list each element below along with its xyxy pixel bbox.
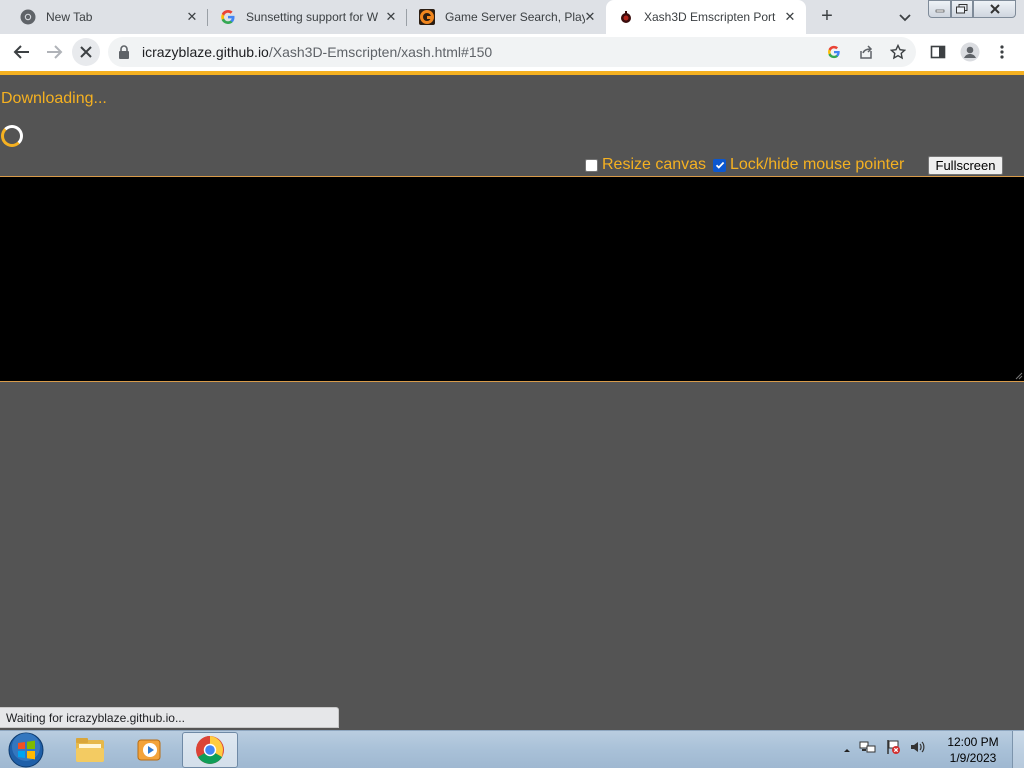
game-canvas[interactable] <box>0 176 1024 382</box>
lock-pointer-control[interactable]: Lock/hide mouse pointer <box>713 155 904 175</box>
profile-button[interactable] <box>956 38 984 66</box>
side-panel-icon <box>930 45 946 59</box>
url-text: icrazyblaze.github.io/Xash3D-Emscripten/… <box>142 44 492 60</box>
windows-start-icon <box>8 732 44 768</box>
back-arrow-icon <box>13 45 29 59</box>
resize-canvas-control[interactable]: Resize canvas <box>585 155 706 175</box>
media-player-icon <box>137 739 161 761</box>
folder-icon <box>76 738 104 762</box>
forward-button[interactable] <box>40 38 68 66</box>
avatar-icon <box>960 42 980 62</box>
chrome-icon <box>20 9 36 25</box>
show-hidden-icons-icon[interactable] <box>843 741 851 759</box>
chrome-icon <box>196 736 224 764</box>
window-controls <box>928 0 1016 18</box>
back-button[interactable] <box>8 38 36 66</box>
stop-loading-button[interactable] <box>72 38 100 66</box>
gametracker-icon <box>419 9 435 25</box>
address-bar[interactable]: icrazyblaze.github.io/Xash3D-Emscripten/… <box>108 37 916 67</box>
xash-icon <box>618 9 634 25</box>
url-path: /Xash3D-Emscripten/xash.html#150 <box>268 44 493 60</box>
tab-new-tab[interactable]: New Tab ✕ <box>8 0 208 34</box>
new-tab-button[interactable]: + <box>815 5 839 29</box>
url-host: icrazyblaze.github.io <box>142 44 269 60</box>
tab-xash3d-emscripten[interactable]: Xash3D Emscripten Port ✕ <box>606 0 806 34</box>
taskbar-explorer[interactable] <box>62 732 118 768</box>
page-content: Downloading... Resize canvas Lock/hide m… <box>0 75 1024 730</box>
restore-icon <box>956 4 968 14</box>
chrome-menu-button[interactable] <box>988 38 1016 66</box>
tab-sunsetting-support[interactable]: Sunsetting support for W ✕ <box>208 0 407 34</box>
tab-title: New Tab <box>46 10 93 24</box>
close-tab-icon[interactable]: ✕ <box>582 9 598 25</box>
taskbar-chrome[interactable] <box>182 732 238 768</box>
loading-spinner <box>1 125 23 147</box>
resize-canvas-label: Resize canvas <box>602 156 707 173</box>
system-tray <box>843 739 925 760</box>
google-translate-icon[interactable] <box>826 44 842 60</box>
show-desktop-button[interactable] <box>1012 731 1024 768</box>
fullscreen-button[interactable]: Fullscreen <box>928 156 1003 175</box>
tab-title: Xash3D Emscripten Port <box>644 10 776 24</box>
close-window-button[interactable] <box>973 0 1016 18</box>
close-tab-icon[interactable]: ✕ <box>383 9 399 25</box>
minimize-icon <box>935 9 944 13</box>
tab-title: Sunsetting support for W <box>246 10 379 24</box>
resize-canvas-checkbox[interactable] <box>585 158 598 172</box>
system-clock[interactable]: 12:00 PM 1/9/2023 <box>940 734 1006 766</box>
volume-icon[interactable] <box>909 739 925 760</box>
lock-icon <box>118 45 130 64</box>
clock-date: 1/9/2023 <box>949 751 997 765</box>
close-tab-icon[interactable]: ✕ <box>184 9 200 25</box>
clock-time: 12:00 PM <box>947 735 999 749</box>
restore-button[interactable] <box>951 0 973 18</box>
forward-arrow-icon <box>47 45 63 59</box>
share-icon[interactable] <box>858 44 874 60</box>
lock-pointer-label: Lock/hide mouse pointer <box>730 156 905 173</box>
bookmark-star-icon[interactable] <box>890 44 906 60</box>
side-panel-button[interactable] <box>924 38 952 66</box>
lock-pointer-checkbox[interactable] <box>713 158 726 172</box>
windows-taskbar: 12:00 PM 1/9/2023 <box>0 730 1024 768</box>
tab-strip: New Tab ✕ Sunsetting support for W ✕ Gam… <box>0 0 1024 34</box>
taskbar-media-player[interactable] <box>122 732 178 768</box>
close-icon <box>989 4 1000 14</box>
action-center-flag-icon[interactable] <box>885 739 901 760</box>
start-button[interactable] <box>6 732 46 768</box>
tab-title: Game Server Search, Play <box>445 10 585 24</box>
checkmark-icon <box>715 161 724 169</box>
kebab-menu-icon <box>1000 45 1004 59</box>
tab-game-server-search[interactable]: Game Server Search, Play ✕ <box>407 0 606 34</box>
download-status-text: Downloading... <box>1 90 107 107</box>
network-icon[interactable] <box>859 739 877 760</box>
status-bubble: Waiting for icrazyblaze.github.io... <box>0 707 339 728</box>
close-tab-icon[interactable]: ✕ <box>782 9 798 25</box>
stop-icon <box>80 46 92 58</box>
browser-toolbar: icrazyblaze.github.io/Xash3D-Emscripten/… <box>0 34 1024 71</box>
minimize-button[interactable] <box>928 0 951 18</box>
google-icon <box>220 9 236 25</box>
resize-grip-icon[interactable] <box>1015 372 1023 380</box>
tab-search-icon[interactable] <box>895 7 915 27</box>
